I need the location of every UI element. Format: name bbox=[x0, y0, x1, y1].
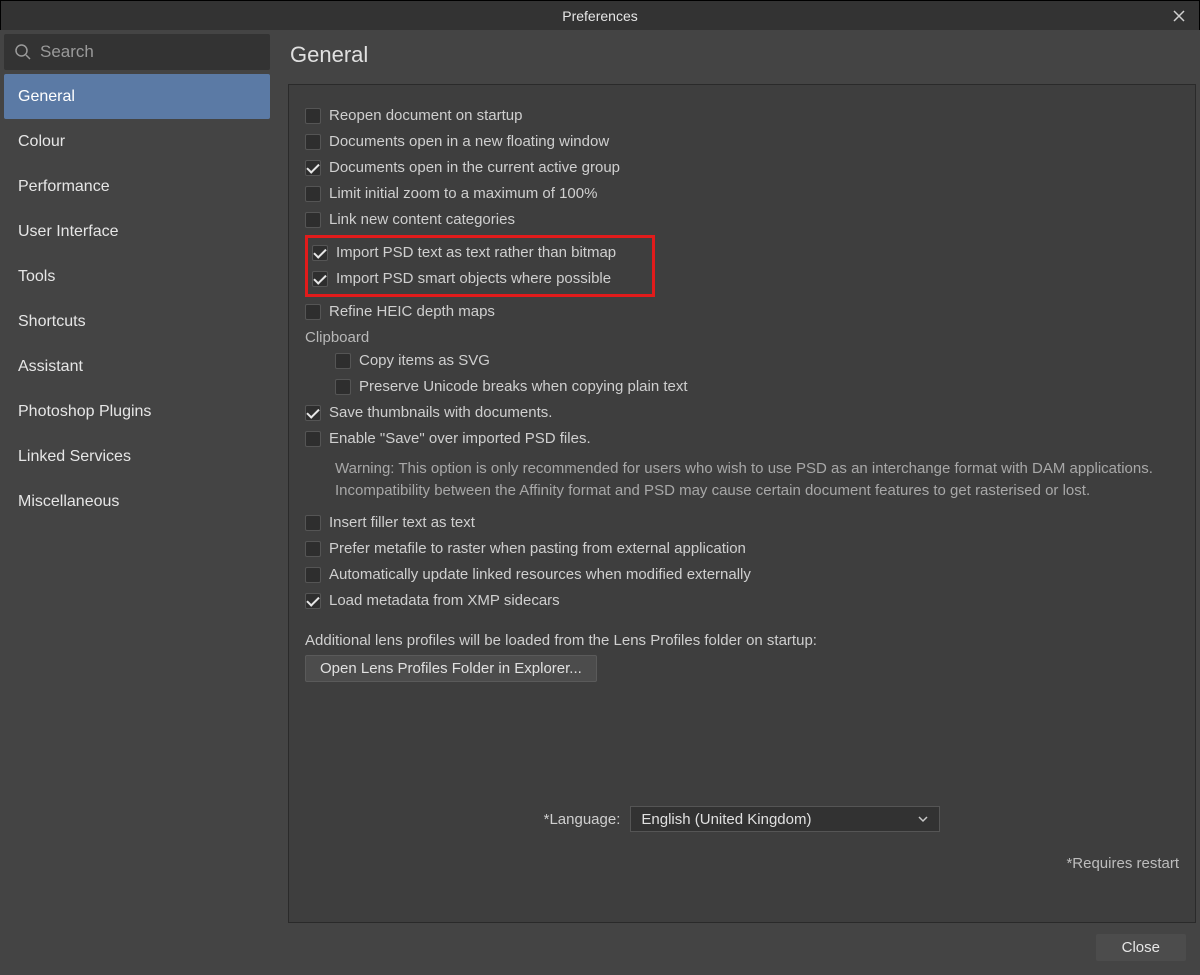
option-label: Insert filler text as text bbox=[329, 512, 475, 534]
option-label: Documents open in the current active gro… bbox=[329, 157, 620, 179]
option-label: Link new content categories bbox=[329, 209, 515, 231]
window-close-button[interactable] bbox=[1159, 1, 1199, 31]
clipboard-group-label: Clipboard bbox=[305, 325, 1179, 348]
requires-restart-note: *Requires restart bbox=[1066, 855, 1179, 872]
checkbox[interactable] bbox=[305, 212, 321, 228]
option-label: Automatically update linked resources wh… bbox=[329, 564, 751, 586]
footer: Close bbox=[288, 923, 1196, 971]
search-input[interactable] bbox=[40, 42, 260, 62]
option-filler-text[interactable]: Insert filler text as text bbox=[305, 510, 1179, 536]
option-label: Import PSD smart objects where possible bbox=[336, 268, 611, 290]
checkbox[interactable] bbox=[305, 431, 321, 447]
language-row: *Language: English (United Kingdom) bbox=[289, 806, 1195, 832]
sidebar-item-performance[interactable]: Performance bbox=[4, 164, 270, 209]
checkbox[interactable] bbox=[305, 134, 321, 150]
sidebar-item-miscellaneous[interactable]: Miscellaneous bbox=[4, 479, 270, 524]
option-label: Import PSD text as text rather than bitm… bbox=[336, 242, 616, 264]
checkbox[interactable] bbox=[312, 271, 328, 287]
sidebar: General Colour Performance User Interfac… bbox=[4, 34, 270, 971]
option-label: Enable "Save" over imported PSD files. bbox=[329, 428, 591, 450]
checkbox[interactable] bbox=[305, 593, 321, 609]
option-label: Reopen document on startup bbox=[329, 105, 522, 127]
option-psd-smart[interactable]: Import PSD smart objects where possible bbox=[312, 266, 648, 292]
open-lens-profiles-button[interactable]: Open Lens Profiles Folder in Explorer... bbox=[305, 655, 597, 682]
option-label: Limit initial zoom to a maximum of 100% bbox=[329, 183, 597, 205]
sidebar-item-tools[interactable]: Tools bbox=[4, 254, 270, 299]
close-button[interactable]: Close bbox=[1096, 934, 1186, 961]
option-save-thumbnails[interactable]: Save thumbnails with documents. bbox=[305, 400, 1179, 426]
sidebar-nav: General Colour Performance User Interfac… bbox=[4, 74, 270, 524]
option-reopen-document[interactable]: Reopen document on startup bbox=[305, 103, 1179, 129]
option-save-over-psd[interactable]: Enable "Save" over imported PSD files. bbox=[305, 426, 1179, 452]
sidebar-item-photoshop-plugins[interactable]: Photoshop Plugins bbox=[4, 389, 270, 434]
option-preserve-unicode[interactable]: Preserve Unicode breaks when copying pla… bbox=[305, 374, 1179, 400]
checkbox[interactable] bbox=[305, 186, 321, 202]
option-label: Load metadata from XMP sidecars bbox=[329, 590, 560, 612]
option-label: Refine HEIC depth maps bbox=[329, 301, 495, 323]
option-load-xmp[interactable]: Load metadata from XMP sidecars bbox=[305, 588, 1179, 614]
checkbox[interactable] bbox=[305, 108, 321, 124]
language-value: English (United Kingdom) bbox=[641, 811, 811, 828]
option-floating-window[interactable]: Documents open in a new floating window bbox=[305, 129, 1179, 155]
option-prefer-metafile[interactable]: Prefer metafile to raster when pasting f… bbox=[305, 536, 1179, 562]
option-refine-heic[interactable]: Refine HEIC depth maps bbox=[305, 299, 1179, 325]
checkbox[interactable] bbox=[305, 405, 321, 421]
sidebar-item-shortcuts[interactable]: Shortcuts bbox=[4, 299, 270, 344]
sidebar-item-colour[interactable]: Colour bbox=[4, 119, 270, 164]
checkbox[interactable] bbox=[305, 567, 321, 583]
titlebar: Preferences bbox=[1, 1, 1199, 31]
page-title: General bbox=[290, 42, 1196, 68]
option-auto-update-linked[interactable]: Automatically update linked resources wh… bbox=[305, 562, 1179, 588]
window-title: Preferences bbox=[562, 8, 637, 24]
option-label: Copy items as SVG bbox=[359, 350, 490, 372]
checkbox[interactable] bbox=[335, 379, 351, 395]
sidebar-item-assistant[interactable]: Assistant bbox=[4, 344, 270, 389]
sidebar-item-linked-services[interactable]: Linked Services bbox=[4, 434, 270, 479]
option-label: Preserve Unicode breaks when copying pla… bbox=[359, 376, 688, 398]
checkbox[interactable] bbox=[335, 353, 351, 369]
checkbox[interactable] bbox=[305, 515, 321, 531]
lens-profiles-info: Additional lens profiles will be loaded … bbox=[305, 632, 1179, 649]
language-select[interactable]: English (United Kingdom) bbox=[630, 806, 940, 832]
checkbox[interactable] bbox=[305, 160, 321, 176]
option-label: Documents open in a new floating window bbox=[329, 131, 609, 153]
checkbox[interactable] bbox=[305, 541, 321, 557]
option-psd-text[interactable]: Import PSD text as text rather than bitm… bbox=[312, 240, 648, 266]
chevron-down-icon bbox=[917, 813, 929, 825]
checkbox[interactable] bbox=[305, 304, 321, 320]
option-limit-zoom[interactable]: Limit initial zoom to a maximum of 100% bbox=[305, 181, 1179, 207]
sidebar-item-general[interactable]: General bbox=[4, 74, 270, 119]
language-label: *Language: bbox=[544, 811, 621, 828]
option-active-group[interactable]: Documents open in the current active gro… bbox=[305, 155, 1179, 181]
highlight-box: Import PSD text as text rather than bitm… bbox=[305, 235, 655, 297]
sidebar-item-user-interface[interactable]: User Interface bbox=[4, 209, 270, 254]
option-label: Save thumbnails with documents. bbox=[329, 402, 552, 424]
option-copy-svg[interactable]: Copy items as SVG bbox=[305, 348, 1179, 374]
save-over-psd-warning: Warning: This option is only recommended… bbox=[305, 452, 1179, 510]
option-label: Prefer metafile to raster when pasting f… bbox=[329, 538, 746, 560]
search-box[interactable] bbox=[4, 34, 270, 70]
option-link-categories[interactable]: Link new content categories bbox=[305, 207, 1179, 233]
settings-panel: Reopen document on startup Documents ope… bbox=[288, 84, 1196, 923]
checkbox[interactable] bbox=[312, 245, 328, 261]
main-area: General Reopen document on startup Docum… bbox=[270, 34, 1196, 971]
search-icon bbox=[14, 43, 32, 61]
